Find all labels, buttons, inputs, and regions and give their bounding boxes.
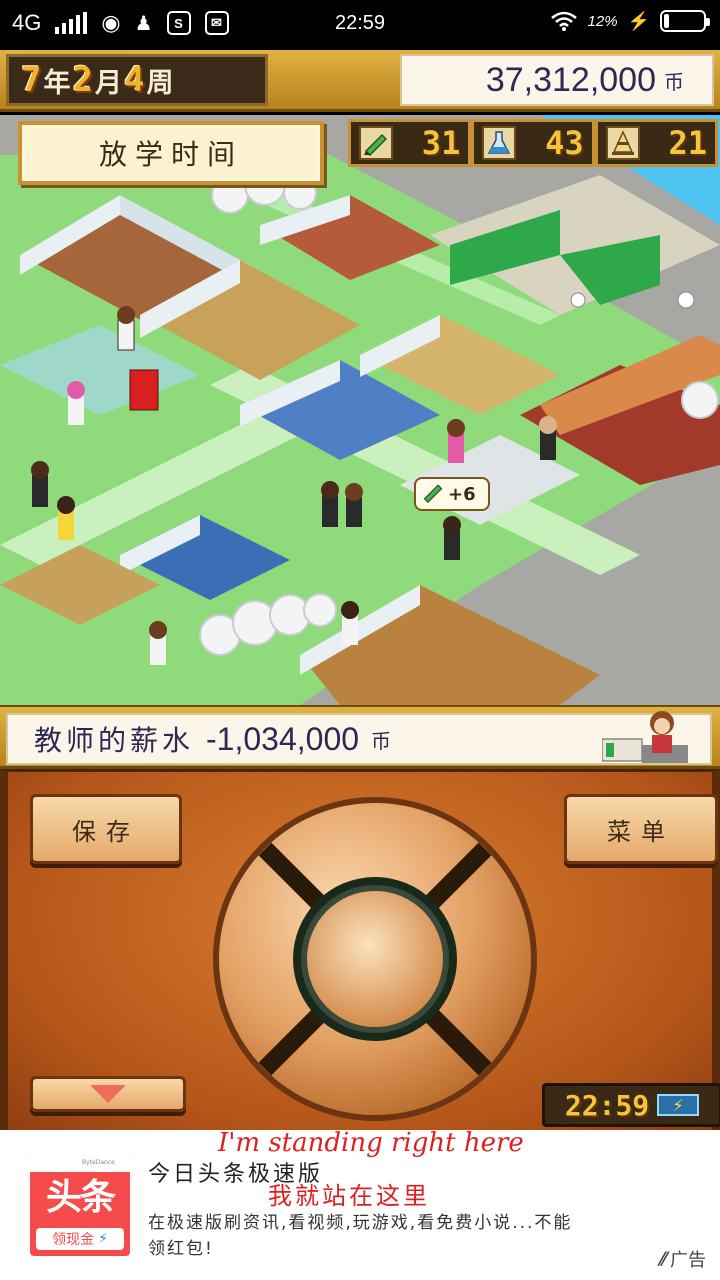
logo-sub: 领现金 ⚡ [36,1228,124,1250]
game-date: 7 年 2 月 4 周 [6,54,268,106]
school-map[interactable]: 放学时间 31 43 21 +6 [0,115,720,705]
vending-machine [129,369,159,411]
money-unit: 币 [664,69,684,94]
clock-time: 22:59 [564,1088,650,1122]
annotation-english: I'm standing right here [218,1128,524,1158]
annotation-chinese: 我就站在这里 [268,1182,430,1210]
bonus-popup: +6 [414,477,490,511]
center-button [307,891,443,1027]
week-number: 4 [123,60,145,100]
battery-icon [660,10,710,32]
save-button[interactable]: 保存 [30,794,182,864]
bonus-value: +6 [448,483,476,505]
money-display: 37,312,000 币 [400,54,714,106]
game-top-bar: 7 年 2 月 4 周 37,312,000 币 [0,50,720,112]
ad-label: ⫽ 广告 [658,1246,706,1272]
menu-button[interactable]: 菜单 [564,794,718,864]
salary-value: -1,034,000 [206,720,360,757]
stat-pencil-value: 31 [421,124,461,162]
ad-banner[interactable]: ByteDance 头条 领现金 ⚡ 今日头条极速版 在极速版刷资讯,看视频,玩… [0,1128,720,1280]
scroll-down-button[interactable] [30,1076,186,1112]
game-clock: 22:59 ⚡ [542,1083,720,1127]
month-number: 2 [72,60,93,100]
year-unit: 年 [43,67,71,99]
stat-flask: 43 [471,119,595,167]
pencil-icon [359,126,393,160]
toutiao-logo[interactable]: ByteDance 头条 领现金 ⚡ [30,1156,130,1256]
lightning-icon: ⚡ [98,1231,108,1247]
stat-cone-value: 21 [668,124,707,162]
stat-flask-value: 43 [545,124,584,162]
week-unit: 周 [146,67,174,99]
logo-main-text: 头条 [45,1177,116,1218]
ad-network-icon: ⫽ [657,1248,666,1270]
down-arrow-icon [90,1085,126,1103]
salary-bar: 教师的薪水 -1,034,000 币 [0,705,720,769]
flask-icon [482,126,517,160]
ad-label-text: 广告 [670,1250,706,1271]
research-stats: 31 43 21 [348,119,718,167]
ad-description: 在极速版刷资讯,看视频,玩游戏,看免费小说...不能领红包! [148,1213,573,1259]
app-screen: 4G ◉ ♟ S ✉ 22:59 12% ⚡ 7 年 2 月 4 周 37,31… [0,0,720,1280]
pencil-icon [422,481,444,508]
time-period-sign: 放学时间 [18,121,324,185]
charging-icon: ⚡ [627,10,650,31]
salary-display: 教师的薪水 -1,034,000 币 [6,711,712,765]
cone-icon [605,126,640,160]
stat-cone: 21 [594,119,718,167]
battery-charging-icon: ⚡ [657,1094,700,1116]
secretary-avatar [602,711,688,763]
logo-sub-text: 领现金 [52,1232,95,1248]
controller-panel: 保存 菜单 22:59 ⚡ [0,769,720,1130]
salary-unit: 币 [371,728,392,753]
battery-percent: 12% [587,12,618,30]
school-scene [0,115,720,705]
status-bar: 4G ◉ ♟ S ✉ 22:59 12% ⚡ [0,0,720,50]
stat-pencil: 31 [348,119,472,167]
logo-top-text: ByteDance [30,1156,130,1172]
year-number: 7 [21,60,42,100]
wifi-icon [550,11,577,31]
directional-pad[interactable] [210,794,540,1124]
salary-label: 教师的薪水 [34,724,195,757]
month-unit: 月 [94,67,122,99]
money-value: 37,312,000 [485,60,656,99]
